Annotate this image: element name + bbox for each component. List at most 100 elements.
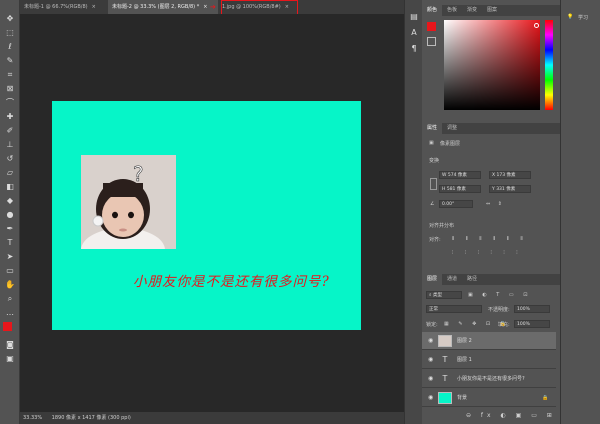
clone-stamp-icon[interactable]: ⊥ — [4, 140, 16, 150]
paragraph-panel-icon[interactable]: ¶ — [408, 44, 420, 54]
height-field[interactable]: H 581 像素 — [439, 185, 481, 193]
opacity-field[interactable]: 100% — [514, 305, 550, 313]
path-select-icon[interactable]: ➤ — [4, 252, 16, 262]
layer-name: 背景 — [457, 395, 468, 401]
blend-mode-select[interactable]: 正常 — [426, 305, 482, 313]
history-panel-icon[interactable]: ▤ — [408, 12, 420, 22]
visibility-eye-icon[interactable]: ◉ — [428, 389, 433, 407]
question-mark: ? — [133, 162, 144, 186]
height-label: H — [442, 187, 446, 192]
height-value: 581 像素 — [446, 187, 466, 192]
layer-filter-select[interactable]: ⌕ 类型 — [426, 291, 462, 299]
distribute-buttons[interactable]: ⫶ ⫶ ⫶ ⫶ ⫶ ⫶ — [452, 250, 522, 256]
x-value: 173 像素 — [496, 173, 516, 178]
layer-row-layer1[interactable]: ◉ T 图层 1 — [422, 351, 556, 369]
frame-tool-icon[interactable]: ⊠ — [4, 84, 16, 94]
layer-thumbnail — [438, 335, 452, 347]
visibility-eye-icon[interactable]: ◉ — [428, 332, 433, 350]
fill-field[interactable]: 100% — [514, 320, 550, 328]
visibility-eye-icon[interactable]: ◉ — [428, 351, 433, 369]
paint-bucket-icon[interactable]: ◧ — [4, 182, 16, 192]
quick-mask-icon[interactable]: ◙ — [4, 340, 16, 350]
panel-background-swatch[interactable] — [427, 37, 436, 46]
hue-slider[interactable] — [545, 20, 553, 110]
visibility-eye-icon[interactable]: ◉ — [428, 370, 433, 388]
layer-filter-icons[interactable]: ▣ ◐ T ▭ ⊡ — [468, 292, 531, 298]
status-bar: 33.33% 1890 像素 x 1417 像素 (300 ppi) — [20, 412, 405, 424]
foreground-color-swatch[interactable] — [3, 322, 12, 331]
tab-paths[interactable]: 路径 — [462, 274, 482, 285]
brush-tool-icon[interactable]: ✐ — [4, 126, 16, 136]
fill-label: 填充: — [498, 322, 510, 328]
tab-untitled-1[interactable]: 未标题-1 @ 66.7%(RGB/8) × — [20, 0, 110, 14]
lightbulb-icon[interactable]: 💡 — [567, 14, 573, 20]
lock-label: 锁定: — [426, 322, 438, 328]
marquee-tool-icon[interactable]: ⬚ — [4, 28, 16, 38]
opacity-label: 不透明度: — [488, 307, 510, 313]
y-value: 331 像素 — [496, 187, 516, 192]
eyedropper-tool-icon[interactable]: ⌒ — [4, 98, 16, 108]
dodge-tool-icon[interactable]: ● — [4, 210, 16, 220]
search-icon: ⌕ — [429, 293, 432, 298]
panel-icon-column: ▤ A ¶ — [404, 0, 422, 424]
move-tool-icon[interactable]: ✥ — [4, 14, 16, 24]
layer-thumbnail — [438, 392, 452, 404]
document-info[interactable]: 1890 像素 x 1417 像素 (300 ppi) — [52, 415, 131, 421]
rectangle-tool-icon[interactable]: ▭ — [4, 266, 16, 276]
tab-untitled-2[interactable]: 未标题-2 @ 33.3% (图层 2, RGB/8) * × — [108, 0, 218, 14]
right-panels: 颜色 色板 渐变 图案 属性 调整 ▣ 像素图层 变换 W 574 像素 X 173 像… — [422, 0, 569, 424]
more-tools-icon[interactable]: … — [4, 308, 16, 318]
layer-actions-bar[interactable]: ⊖ fx ◐ ▣ ▭ ⊞ 🗑 — [466, 412, 573, 419]
x-field[interactable]: X 173 像素 — [489, 171, 531, 179]
text-layer-icon: T — [442, 355, 448, 364]
y-label: Y — [492, 187, 495, 192]
layer-row-background[interactable]: ◉ 背景 🔒 — [422, 389, 556, 407]
learn-label[interactable]: 学习 — [578, 14, 588, 21]
tab-swatches[interactable]: 色板 — [442, 5, 462, 16]
color-picker-field[interactable] — [444, 20, 540, 110]
adjust-panel-icon[interactable]: A — [408, 28, 420, 38]
align-buttons[interactable]: ⫴ ⫴ ⫴ ⫴ ⫴ ⫴ — [452, 236, 528, 242]
layer-row-text[interactable]: ◉ T 小朋友你是不是还有很多问号? — [422, 370, 556, 388]
color-picker-cursor[interactable] — [534, 23, 539, 28]
tab-color[interactable]: 颜色 — [422, 5, 443, 16]
pen-tool-icon[interactable]: ✒ — [4, 224, 16, 234]
canvas-caption-text: 小朋友你是不是还有很多问号? — [133, 274, 330, 290]
crop-tool-icon[interactable]: ⌗ — [4, 70, 16, 80]
y-field[interactable]: Y 331 像素 — [489, 185, 531, 193]
width-label: W — [442, 173, 447, 178]
lasso-tool-icon[interactable]: ℓ — [4, 42, 16, 52]
tab-close-icon[interactable]: × — [203, 4, 207, 10]
text-layer-icon: T — [442, 374, 448, 383]
tab-layers[interactable]: 图层 — [422, 274, 443, 285]
panel-foreground-swatch[interactable] — [427, 22, 436, 31]
link-icon[interactable] — [430, 178, 437, 190]
healing-brush-icon[interactable]: ✚ — [4, 112, 16, 122]
properties-panel-tabs: 属性 调整 — [422, 123, 560, 134]
tab-close-icon[interactable]: × — [92, 4, 96, 10]
pixel-layer-icon: ▣ — [429, 140, 434, 146]
tab-adjustments[interactable]: 调整 — [442, 123, 462, 134]
history-brush-icon[interactable]: ↺ — [4, 154, 16, 164]
tab-gradients[interactable]: 渐变 — [462, 5, 482, 16]
align-heading: 对齐并分布 — [429, 223, 455, 229]
layers-panel-tabs: 图层 通道 路径 — [422, 274, 560, 285]
angle-field[interactable]: 0.00° — [439, 200, 473, 208]
flip-icons[interactable]: ⇔ ⇕ — [486, 201, 505, 207]
screen-mode-icon[interactable]: ▣ — [4, 354, 16, 364]
tab-channels[interactable]: 通道 — [442, 274, 462, 285]
blur-tool-icon[interactable]: ◆ — [4, 196, 16, 206]
type-tool-icon[interactable]: T — [4, 238, 16, 248]
quick-select-tool-icon[interactable]: ✎ — [4, 56, 16, 66]
tab-patterns[interactable]: 图案 — [482, 5, 502, 16]
zoom-tool-icon[interactable]: ⌕ — [4, 294, 16, 304]
lock-icon: 🔒 — [542, 395, 549, 401]
baby-photo: ? — [81, 155, 176, 249]
tab-properties[interactable]: 属性 — [422, 123, 443, 134]
hand-tool-icon[interactable]: ✋ — [4, 280, 16, 290]
tab-label: 未标题-1 @ 66.7%(RGB/8) — [24, 4, 88, 10]
width-field[interactable]: W 574 像素 — [439, 171, 481, 179]
eraser-tool-icon[interactable]: ▱ — [4, 168, 16, 178]
layer-row-layer2[interactable]: ◉ 图层 2 — [422, 332, 556, 350]
color-panel-tabs: 颜色 色板 渐变 图案 — [422, 5, 560, 16]
